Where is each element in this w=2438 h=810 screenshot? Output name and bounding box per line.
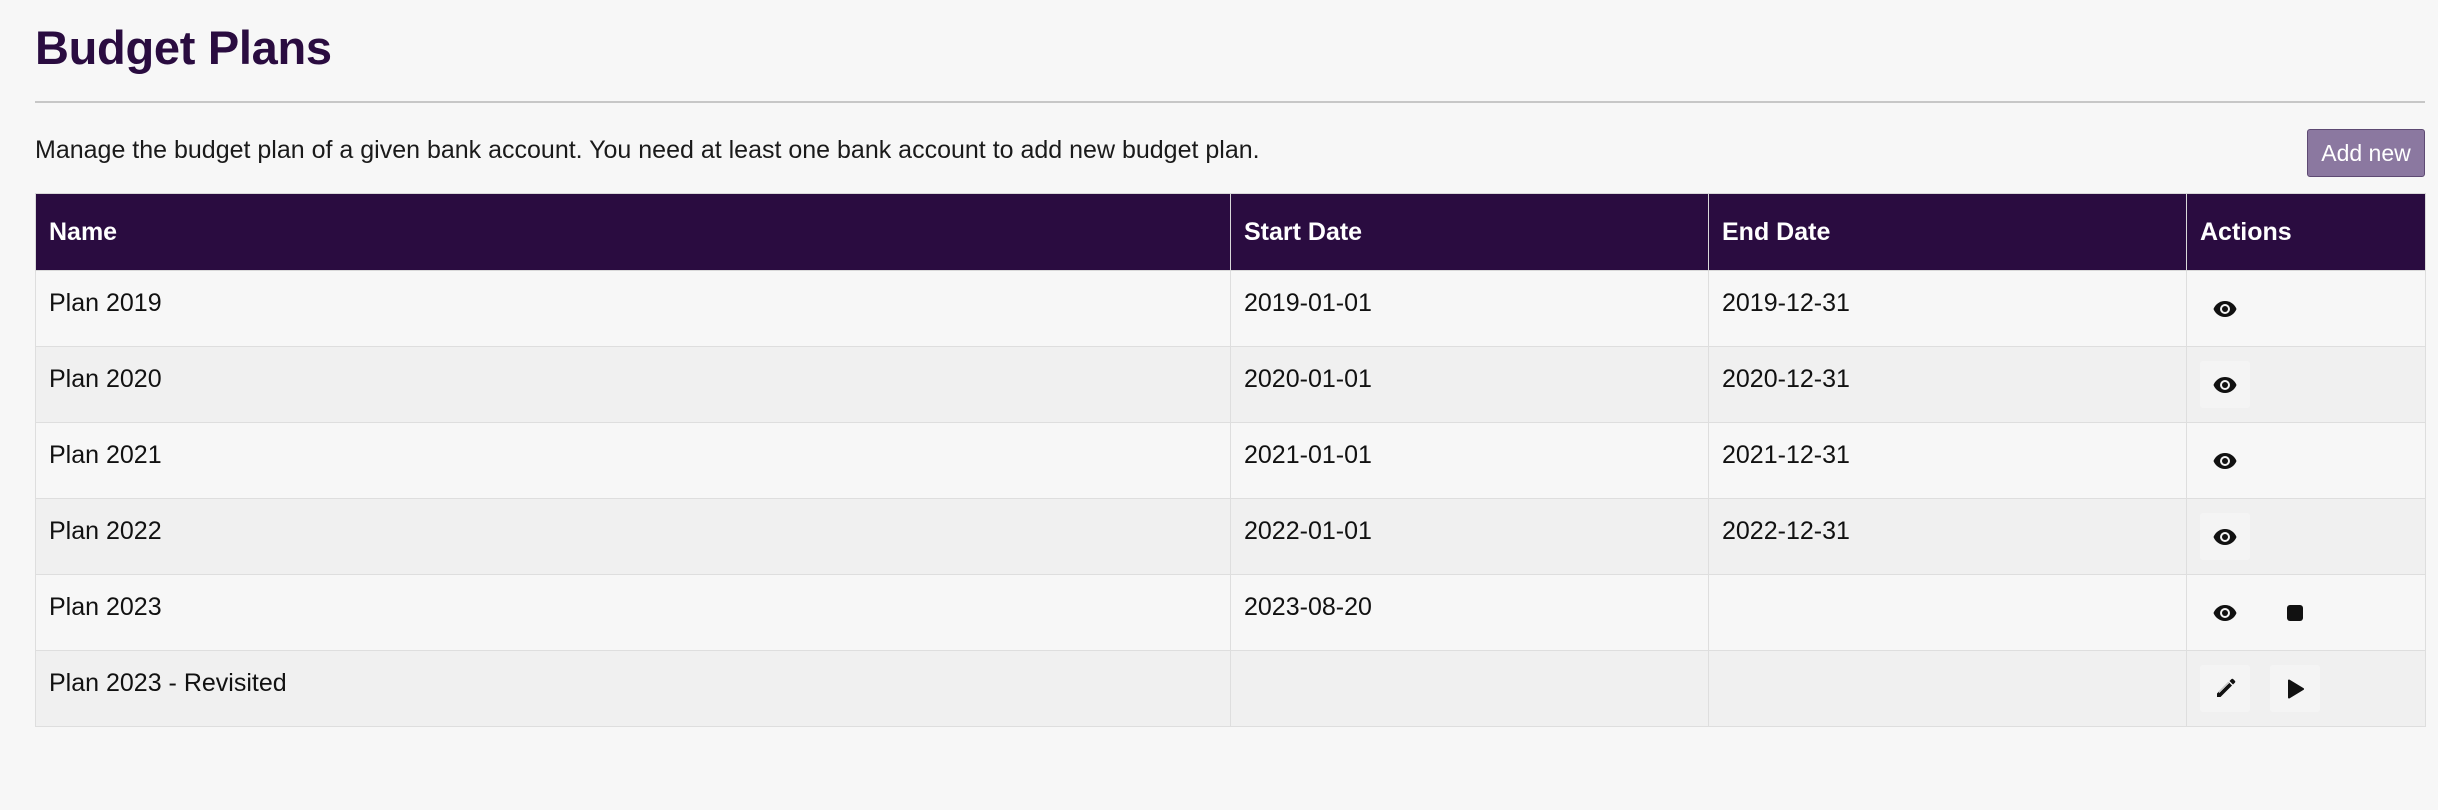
page-description: Manage the budget plan of a given bank a… [35,136,1260,164]
cell-start-date: 2022-01-01 [1230,498,1709,575]
table-row: Plan 2020 2020-01-01 2020-12-31 [35,346,2426,423]
table-header-row: Name Start Date End Date Actions [35,193,2426,271]
view-button[interactable] [2200,513,2250,560]
row-actions [2187,347,2425,422]
cell-end-date [1708,650,2187,727]
stop-icon [2286,604,2304,622]
cell-name: Plan 2020 [35,346,1231,423]
cell-end-date: 2022-12-31 [1708,498,2187,575]
column-header-name: Name [35,193,1231,271]
table-row: Plan 2021 2021-01-01 2021-12-31 [35,422,2426,499]
view-button[interactable] [2200,285,2250,332]
cell-actions [2186,498,2426,575]
view-button[interactable] [2200,437,2250,484]
cell-start-date: 2020-01-01 [1230,346,1709,423]
row-actions [2187,575,2425,650]
stop-button[interactable] [2270,589,2320,636]
cell-name: Plan 2019 [35,270,1231,347]
cell-start-date: 2023-08-20 [1230,574,1709,651]
cell-start-date [1230,650,1709,727]
cell-actions [2186,346,2426,423]
cell-start-date: 2021-01-01 [1230,422,1709,499]
table-row: Plan 2023 - Revisited [35,650,2426,727]
view-icon [2213,604,2237,622]
edit-button[interactable] [2200,665,2250,712]
cell-end-date: 2021-12-31 [1708,422,2187,499]
row-actions [2187,423,2425,498]
column-header-end-date: End Date [1708,193,2187,271]
cell-end-date: 2020-12-31 [1708,346,2187,423]
budget-plans-table: Name Start Date End Date Actions Plan 20… [35,193,2426,727]
play-icon [2286,678,2304,699]
description-row: Manage the budget plan of a given bank a… [35,103,2425,193]
page-title: Budget Plans [35,21,332,74]
column-header-start-date: Start Date [1230,193,1709,271]
view-icon [2213,528,2237,546]
cell-end-date [1708,574,2187,651]
cell-name: Plan 2023 [35,574,1231,651]
table-row: Plan 2023 2023-08-20 [35,574,2426,651]
table-row: Plan 2022 2022-01-01 2022-12-31 [35,498,2426,575]
view-icon [2213,452,2237,470]
row-actions [2187,651,2425,726]
column-header-actions: Actions [2186,193,2426,271]
budget-plans-page: Budget Plans Manage the budget plan of a… [0,0,2438,727]
cell-actions [2186,574,2426,651]
table-body: Plan 2019 2019-01-01 2019-12-31 Plan 2020 20… [35,270,2426,727]
table-row: Plan 2019 2019-01-01 2019-12-31 [35,270,2426,347]
view-icon [2213,376,2237,394]
play-button[interactable] [2270,665,2320,712]
cell-actions [2186,422,2426,499]
edit-icon [2214,678,2236,700]
view-button[interactable] [2200,589,2250,636]
cell-name: Plan 2021 [35,422,1231,499]
row-actions [2187,499,2425,574]
cell-actions [2186,270,2426,347]
cell-actions [2186,650,2426,727]
cell-name: Plan 2023 - Revisited [35,650,1231,727]
row-actions [2187,271,2425,346]
cell-name: Plan 2022 [35,498,1231,575]
cell-end-date: 2019-12-31 [1708,270,2187,347]
view-button[interactable] [2200,361,2250,408]
view-icon [2213,300,2237,318]
cell-start-date: 2019-01-01 [1230,270,1709,347]
add-new-button[interactable]: Add new [2307,129,2425,177]
